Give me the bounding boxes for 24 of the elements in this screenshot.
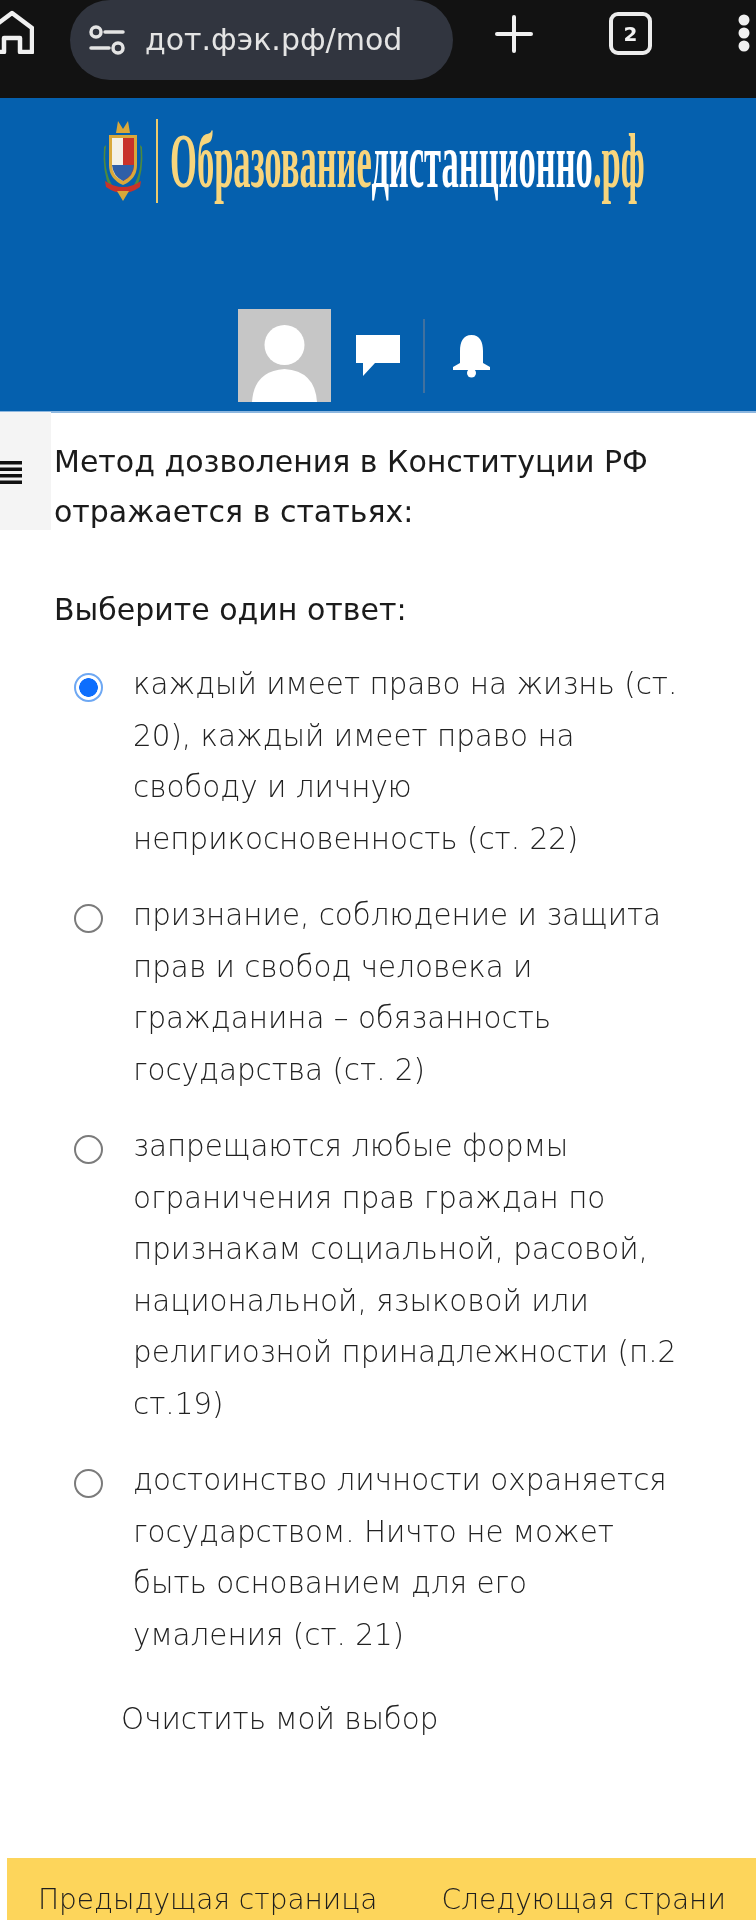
answer-label[interactable]: достоинство личности охраняется государством. Ничто не может быть основанием для его умаления (ст. 21) [133, 1455, 682, 1661]
question-text: Метод дозволения в Конституции РФ отражается в статьях: [54, 443, 649, 531]
radio-button[interactable] [74, 1135, 103, 1164]
bell-icon[interactable] [451, 333, 492, 378]
answer-label[interactable]: запрещаются любые формы ограничения прав граждан по признакам социальной, расовой, национальной, языковой или религиозной принадлежности (п.2 ст.19) [133, 1121, 682, 1430]
site-settings-icon[interactable] [89, 25, 125, 55]
home-icon[interactable] [0, 10, 34, 54]
radio-button[interactable] [74, 673, 103, 702]
radio-button[interactable] [74, 904, 103, 933]
menu-icon[interactable] [0, 460, 22, 484]
answer-label[interactable]: признание, соблюдение и защита прав и свобод человека и гражданина – обязанность государства (ст. 2) [133, 890, 682, 1096]
menu-button[interactable] [0, 412, 51, 530]
chat-icon[interactable] [356, 335, 400, 376]
crest-icon [102, 119, 144, 203]
address-bar[interactable]: дот.фэк.рф/mod [70, 0, 453, 80]
plus-icon[interactable] [495, 15, 533, 53]
tab-switcher-button[interactable]: 2 [609, 12, 652, 55]
answer-label[interactable]: каждый имеет право на жизнь (ст. 20), каждый имеет право на свободу и личную неприкосновенность (ст. 22) [133, 659, 682, 865]
more-icon[interactable] [738, 14, 750, 52]
radio-button[interactable] [74, 1469, 103, 1498]
site-logo-text: Образованиедистанционно.рф [170, 119, 645, 203]
answer-prompt: Выберите один ответ: [54, 591, 408, 629]
clear-choice-link[interactable]: Очистить мой выбор [121, 1694, 439, 1746]
url-text: дот.фэк.рф/mod [145, 21, 403, 59]
